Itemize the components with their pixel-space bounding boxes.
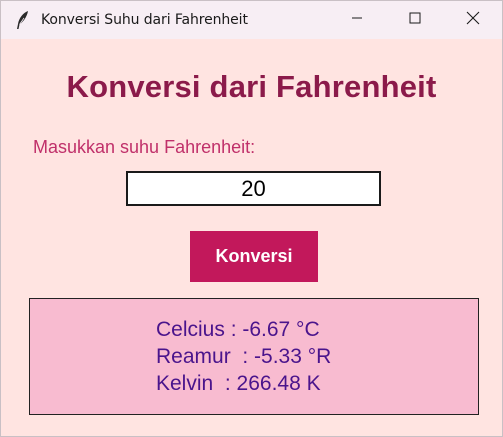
close-icon (466, 11, 480, 30)
close-button[interactable] (444, 1, 502, 39)
fahrenheit-prompt-label: Masukkan suhu Fahrenheit: (33, 137, 256, 157)
window-title: Konversi Suhu dari Fahrenheit (41, 12, 248, 28)
maximize-button[interactable] (386, 1, 444, 39)
maximize-icon (409, 11, 421, 29)
minimize-button[interactable] (328, 1, 386, 39)
reamur-result: Reamur : -5.33 °R (156, 345, 332, 368)
kelvin-result: Kelvin : 266.48 K (156, 372, 321, 395)
convert-button[interactable]: Konversi (190, 231, 318, 282)
page-title: Konversi dari Fahrenheit (66, 69, 437, 104)
minimize-icon (351, 11, 363, 29)
celcius-result: Celcius : -6.67 °C (156, 318, 320, 341)
fahrenheit-input[interactable] (126, 171, 381, 206)
app-window: Konversi Suhu dari Fahrenheit Konversi d… (0, 0, 503, 437)
result-panel: Celcius : -6.67 °C Reamur : -5.33 °R Kel… (29, 298, 479, 415)
feather-icon (15, 10, 31, 30)
title-bar[interactable]: Konversi Suhu dari Fahrenheit (1, 1, 502, 39)
